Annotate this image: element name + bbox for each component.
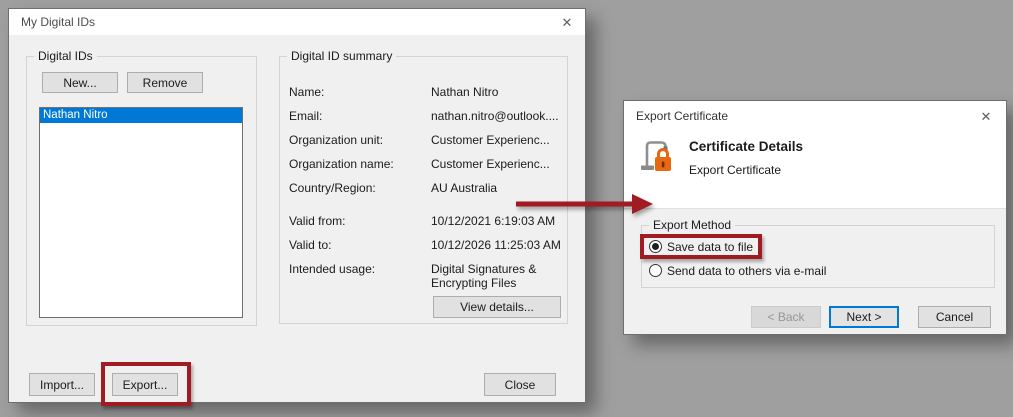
close-icon[interactable]: ✕ bbox=[978, 109, 994, 125]
radio-send-via-email[interactable]: Send data to others via e-mail bbox=[649, 264, 949, 280]
left-dialog-titlebar: My Digital IDs ✕ bbox=[9, 9, 585, 35]
screenshot-canvas: My Digital IDs ✕ Digital IDs New... Remo… bbox=[0, 0, 1013, 417]
field-value-org-unit: Customer Experienc... bbox=[431, 133, 550, 147]
certificate-lock-icon bbox=[641, 141, 671, 171]
remove-button[interactable]: Remove bbox=[127, 72, 203, 93]
field-value-valid-from: 10/12/2021 6:19:03 AM bbox=[431, 214, 556, 228]
certificate-details-heading: Certificate Details bbox=[689, 139, 804, 154]
field-label-valid-to: Valid to: bbox=[289, 238, 332, 252]
radio-save-label[interactable]: Save data to file bbox=[667, 240, 753, 254]
field-label-name: Name: bbox=[289, 85, 325, 99]
import-button[interactable]: Import... bbox=[29, 373, 95, 396]
radio-save-data-to-file[interactable]: Save data to file bbox=[649, 240, 949, 256]
back-button[interactable]: < Back bbox=[751, 306, 821, 328]
radio-selected-icon[interactable] bbox=[649, 240, 662, 253]
intended-usage-line2: Encrypting Files bbox=[431, 276, 517, 290]
radio-send-label[interactable]: Send data to others via e-mail bbox=[667, 264, 826, 278]
right-dialog-title: Export Certificate bbox=[636, 109, 729, 123]
field-value-valid-to: 10/12/2026 11:25:03 AM bbox=[431, 238, 561, 252]
export-certificate-subheading: Export Certificate bbox=[689, 163, 782, 177]
my-digital-ids-dialog: My Digital IDs ✕ Digital IDs New... Remo… bbox=[8, 8, 586, 406]
export-method-group-label: Export Method bbox=[649, 218, 736, 232]
left-dialog-title: My Digital IDs bbox=[21, 15, 96, 29]
export-button[interactable]: Export... bbox=[112, 373, 178, 396]
cancel-button[interactable]: Cancel bbox=[918, 306, 991, 328]
field-label-org-unit: Organization unit: bbox=[289, 133, 384, 147]
field-value-org-name: Customer Experienc... bbox=[431, 157, 550, 171]
field-label-org-name: Organization name: bbox=[289, 157, 394, 171]
next-button[interactable]: Next > bbox=[829, 306, 899, 328]
field-label-country: Country/Region: bbox=[289, 181, 376, 195]
radio-unselected-icon[interactable] bbox=[649, 264, 662, 277]
new-button[interactable]: New... bbox=[42, 72, 118, 93]
intended-usage-line1: Digital Signatures & bbox=[431, 262, 537, 276]
digital-ids-listbox[interactable]: Nathan Nitro bbox=[39, 107, 243, 318]
field-value-email: nathan.nitro@outlook.... bbox=[431, 109, 559, 123]
field-label-email: Email: bbox=[289, 109, 323, 123]
list-item-nathan-nitro[interactable]: Nathan Nitro bbox=[40, 108, 242, 123]
field-label-valid-from: Valid from: bbox=[289, 214, 346, 228]
field-value-intended-usage: Digital Signatures & Encrypting Files bbox=[431, 262, 536, 290]
summary-group-label: Digital ID summary bbox=[287, 49, 397, 63]
digital-ids-group-label: Digital IDs bbox=[34, 49, 97, 63]
view-details-button[interactable]: View details... bbox=[433, 296, 561, 318]
field-label-intended-usage: Intended usage: bbox=[289, 262, 376, 276]
close-icon[interactable]: ✕ bbox=[559, 15, 575, 31]
close-button[interactable]: Close bbox=[484, 373, 556, 396]
field-value-name: Nathan Nitro bbox=[431, 85, 499, 99]
field-value-country: AU Australia bbox=[431, 181, 498, 195]
export-certificate-dialog: Export Certificate ✕ Certificate Details… bbox=[623, 100, 1007, 335]
